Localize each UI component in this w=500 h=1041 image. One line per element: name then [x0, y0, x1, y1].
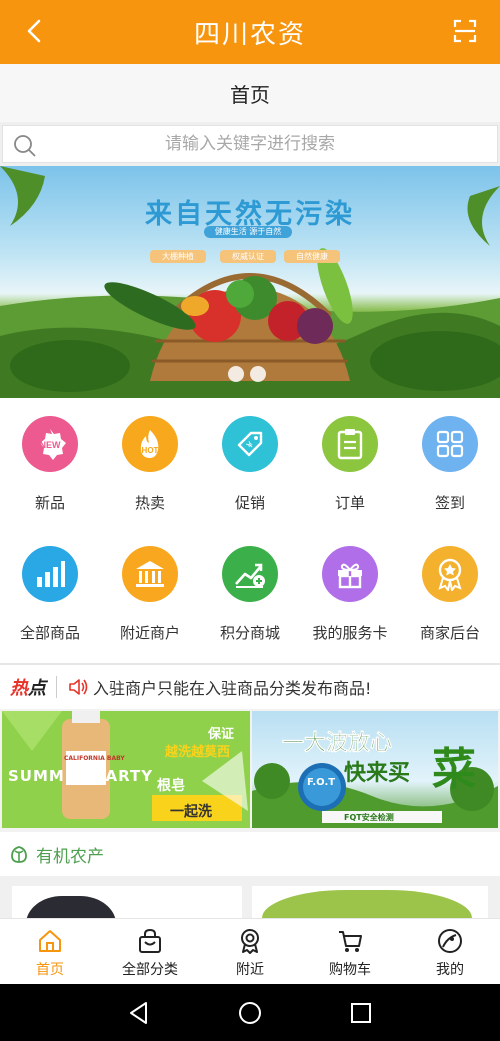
leaf-icon	[11, 846, 27, 863]
tab-all-categories[interactable]: 全部分类	[100, 919, 200, 985]
banner-tag: 自然健康	[284, 250, 340, 263]
search-input[interactable]	[3, 126, 497, 162]
product-image	[262, 890, 472, 918]
entry-label: 商家后台	[419, 624, 480, 642]
entry-label: 全部商品	[19, 624, 80, 642]
search-box[interactable]	[2, 125, 498, 163]
promo-banner-left[interactable]: 保证 越洗越莫西 SUMMER PARTY 根皂 一起洗 CALIFORNIA …	[2, 711, 250, 828]
section-organic[interactable]: 有机农产	[0, 832, 500, 876]
bag-icon	[139, 928, 161, 953]
hot-fire-icon: HOT	[122, 416, 178, 472]
tab-label: 附近	[236, 962, 264, 978]
promo-left-brand: CALIFORNIA BABY	[64, 755, 125, 762]
grid-icon	[422, 416, 478, 472]
new-badge-icon: NEW	[22, 416, 78, 472]
profile-icon	[438, 929, 462, 953]
entry-label: 积分商城	[219, 624, 280, 642]
entry-label: 订单	[334, 494, 365, 512]
product-card[interactable]	[12, 886, 242, 918]
product-card[interactable]	[252, 886, 488, 918]
tab-profile[interactable]: 我的	[400, 919, 500, 985]
gift-icon	[322, 546, 378, 602]
promo-right-badge: F.O.T	[307, 777, 336, 788]
banner-tag: 大棚种植	[150, 250, 206, 263]
tab-label: 我的	[436, 962, 464, 978]
entry-merchant-backend[interactable]: 商家后台	[400, 528, 500, 648]
entry-label: 附近商户	[119, 624, 180, 642]
tab-home[interactable]: 首页	[0, 919, 100, 985]
home-icon	[39, 930, 61, 952]
scan-button[interactable]	[448, 14, 482, 48]
promo-left-line3: SUMMER PARTY	[8, 767, 154, 785]
entry-points-mall[interactable]: 积分商城	[200, 528, 300, 648]
product-image	[26, 896, 116, 918]
tab-label: 全部分类	[122, 962, 178, 978]
chevron-left-icon	[27, 19, 41, 43]
trend-plus-icon	[222, 546, 278, 602]
promo-left-line2: 越洗越莫西	[165, 745, 231, 760]
nav-home-icon[interactable]	[237, 1000, 263, 1026]
clipboard-icon	[322, 416, 378, 472]
badge-ribbon-icon	[241, 929, 259, 954]
section-title: 有机农产	[36, 846, 104, 867]
hot-news-logo: 热点	[10, 678, 46, 699]
hot-news-bar[interactable]: 热点 入驻商户只能在入驻商品分类发布商品!	[0, 663, 500, 709]
entry-all-products[interactable]: 全部商品	[0, 528, 100, 648]
svg-text:HOT: HOT	[142, 446, 159, 455]
entry-label: 签到	[434, 494, 465, 512]
promo-right-line2: 快来买	[344, 761, 411, 786]
tab-label: 购物车	[329, 962, 371, 978]
product-list	[0, 876, 500, 918]
promo-left-line1: 保证	[208, 727, 235, 742]
entry-label: 促销	[234, 494, 265, 512]
tab-nearby[interactable]: 附近	[200, 919, 300, 985]
bar-chart-icon	[22, 546, 78, 602]
entry-checkin[interactable]: 签到	[400, 398, 500, 518]
page-title: 首页	[0, 64, 500, 122]
tab-cart[interactable]: 购物车	[300, 919, 400, 985]
promo-right-line1: 一大波放心	[282, 731, 393, 757]
entry-orders[interactable]: 订单	[300, 398, 400, 518]
svg-text:NEW: NEW	[40, 440, 62, 450]
promo-banner-right[interactable]: 一大波放心 快来买 菜 F.O.T FQT安全检测	[252, 711, 498, 828]
entry-label: 热卖	[134, 494, 165, 512]
top-app-bar: 四川农资	[0, 0, 500, 64]
entry-promotion[interactable]: ¥ 促销	[200, 398, 300, 518]
entry-hot[interactable]: HOT 热卖	[100, 398, 200, 518]
nav-recents-icon[interactable]	[348, 1000, 374, 1026]
banner-subtitle: 健康生活 源于自然	[204, 226, 292, 238]
entry-new[interactable]: NEW 新品	[0, 398, 100, 518]
speaker-icon	[69, 679, 88, 695]
banner-tag: 权威认证	[220, 250, 276, 263]
search-icon	[14, 135, 36, 157]
tag-icon: ¥	[222, 416, 278, 472]
divider	[56, 676, 57, 698]
medal-icon	[422, 546, 478, 602]
quick-entry-grid: NEW 新品 HOT 热卖 ¥ 促销 订单 签到 全部商品 附近商户 积分商城 …	[0, 398, 500, 663]
entry-nearby-merchants[interactable]: 附近商户	[100, 528, 200, 648]
carousel-dot-active[interactable]	[228, 366, 244, 382]
tab-label: 首页	[36, 962, 64, 978]
cart-icon	[339, 931, 362, 952]
entry-label: 新品	[34, 494, 65, 512]
scan-icon	[453, 19, 477, 43]
hot-news-message: 入驻商户只能在入驻商品分类发布商品!	[93, 679, 372, 698]
app-title: 四川农资	[193, 19, 306, 50]
entry-label: 我的服务卡	[312, 624, 388, 642]
system-navigation-bar	[0, 984, 500, 1041]
bottom-tab-bar: 首页 全部分类 附近 购物车 我的	[0, 918, 500, 984]
promo-right-line3: 菜	[432, 744, 476, 795]
bank-icon	[122, 546, 178, 602]
nav-back-icon[interactable]	[126, 1000, 152, 1026]
search-bar	[0, 122, 500, 166]
carousel-dot[interactable]	[250, 366, 266, 382]
promo-carousel[interactable]: 来自天然无污染 健康生活 源于自然 大棚种植 权威认证 自然健康	[0, 166, 500, 398]
back-button[interactable]	[18, 14, 52, 48]
entry-service-card[interactable]: 我的服务卡	[300, 528, 400, 648]
promo-left-line4: 根皂	[157, 778, 185, 794]
promo-right-footer: FQT安全检测	[344, 813, 394, 822]
promo-left-line5: 一起洗	[170, 804, 212, 820]
